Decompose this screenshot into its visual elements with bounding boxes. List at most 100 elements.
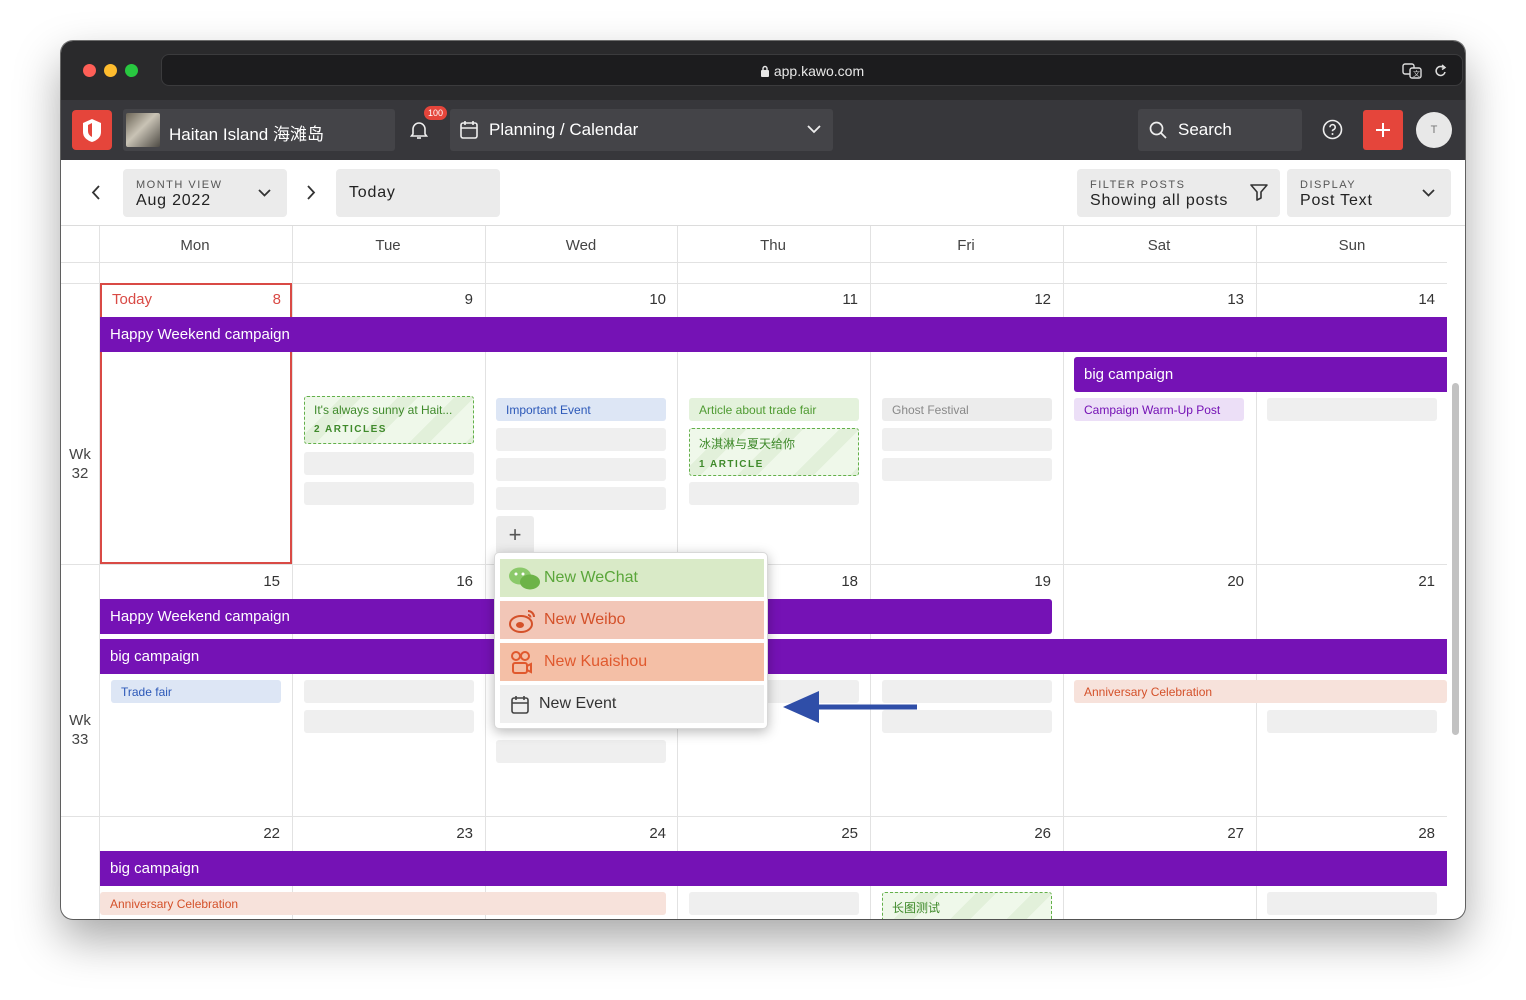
close-window-button[interactable] [83, 64, 96, 77]
placeholder-post [1267, 710, 1437, 733]
date-number: 18 [841, 573, 858, 590]
date-number: 28 [1418, 825, 1435, 842]
placeholder-post [882, 458, 1052, 481]
calendar-icon [511, 696, 529, 714]
date-number: 21 [1418, 573, 1435, 590]
bell-icon [409, 122, 429, 139]
post-trade-fair-article[interactable]: Article about trade fair [689, 398, 859, 421]
today-label: Today [112, 291, 153, 308]
date-number: 12 [1034, 291, 1051, 308]
day-header-sat: Sat [1147, 237, 1171, 254]
menu-item-label: New Event [539, 695, 617, 712]
date-number: 16 [456, 573, 473, 590]
display-label: DISPLAY [1300, 179, 1357, 191]
search-button[interactable]: Search [1138, 109, 1302, 151]
next-month-icon[interactable] [307, 185, 316, 200]
menu-item-new-event[interactable]: New Event [500, 685, 764, 723]
date-number: 9 [464, 291, 473, 308]
placeholder-post [304, 452, 474, 475]
article-group-thu[interactable]: 冰淇淋与夏天给你 1 ARTICLE [689, 428, 859, 476]
placeholder-post [304, 680, 474, 703]
address-bar[interactable]: app.kawo.com 文 [161, 54, 1463, 86]
menu-item-label: New Weibo [544, 611, 626, 628]
today-button[interactable]: Today [336, 169, 500, 217]
create-button[interactable] [1363, 110, 1403, 150]
event-important[interactable]: Important Event [496, 398, 666, 421]
post-campaign-warm-up[interactable]: Campaign Warm-Up Post [1074, 398, 1244, 421]
calendar-icon [460, 121, 478, 139]
date-number: 8 [272, 291, 281, 308]
plus-icon: + [508, 522, 522, 547]
placeholder-post [689, 482, 859, 505]
previous-month-icon[interactable] [91, 185, 100, 200]
chevron-down-icon [258, 189, 271, 197]
placeholder-post [496, 740, 666, 763]
lock-icon [760, 65, 769, 77]
date-number: 13 [1227, 291, 1244, 308]
weibo-icon [509, 610, 535, 633]
section-title: Planning / Calendar [489, 120, 639, 139]
notification-badge: 100 [423, 105, 449, 121]
post-ghost-festival[interactable]: Ghost Festival [882, 398, 1052, 421]
week-label-32: Wk 32 [69, 446, 91, 482]
article-group-fri[interactable]: 长图测试 [882, 892, 1052, 919]
browser-window: app.kawo.com 文 Haitan Island 海滩岛 100 Pla… [61, 41, 1465, 919]
placeholder-post [689, 892, 859, 915]
article-count: 2 ARTICLES [314, 424, 387, 435]
svg-text:文: 文 [1413, 69, 1420, 78]
kawo-logo[interactable] [72, 110, 112, 150]
date-number: 19 [1034, 573, 1051, 590]
browser-titlebar: app.kawo.com 文 [61, 41, 1465, 100]
campaign-bar-big[interactable]: big campaign [100, 639, 1447, 674]
workspace-name: Haitan Island 海滩岛 [169, 125, 324, 144]
placeholder-post [1267, 398, 1437, 421]
help-icon[interactable] [1322, 119, 1343, 140]
campaign-bar-happy-weekend[interactable]: Happy Weekend campaign [100, 317, 1447, 352]
campaign-bar-big[interactable]: big campaign [100, 851, 1447, 886]
campaign-bar-big[interactable]: big campaign [1074, 357, 1447, 392]
notifications-button[interactable]: 100 [399, 105, 449, 151]
article-title: 长图测试 [892, 901, 941, 915]
today-button-label: Today [349, 184, 396, 201]
month-view-label: MONTH VIEW [136, 179, 223, 191]
day-header-sun: Sun [1338, 237, 1366, 254]
event-anniversary-celebration[interactable]: Anniversary Celebration [100, 892, 666, 915]
url-text: app.kawo.com [773, 63, 865, 79]
app-header: Haitan Island 海滩岛 100 Planning / Calenda… [61, 100, 1465, 160]
display-selector[interactable]: DISPLAY Post Text [1287, 169, 1451, 217]
search-label: Search [1178, 120, 1232, 139]
placeholder-post [304, 710, 474, 733]
event-trade-fair[interactable]: Trade fair [111, 680, 281, 703]
menu-item-new-wechat[interactable]: New WeChat [500, 559, 764, 597]
user-avatar[interactable]: T [1416, 112, 1452, 148]
article-title: 冰淇淋与夏天给你 [699, 437, 796, 451]
add-post-button[interactable]: + [496, 516, 534, 554]
menu-item-new-kuaishou[interactable]: New Kuaishou [500, 643, 764, 681]
placeholder-post [496, 487, 666, 510]
chevron-down-icon [807, 125, 821, 134]
date-number: 20 [1227, 573, 1244, 590]
article-group-tue[interactable]: It's always sunny at Hait... 2 ARTICLES [304, 396, 474, 444]
translate-icon[interactable]: 文 [1402, 63, 1422, 79]
section-selector[interactable]: Planning / Calendar [450, 109, 833, 151]
arrow-annotation-icon [783, 691, 917, 723]
reload-icon[interactable] [1434, 63, 1448, 79]
date-number: 27 [1227, 825, 1244, 842]
filter-icon [1250, 184, 1268, 201]
calendar-toolbar: MONTH VIEW Aug 2022 Today FILTER POSTS S… [61, 160, 1465, 226]
day-header-wed: Wed [565, 237, 597, 254]
month-view-selector[interactable]: MONTH VIEW Aug 2022 [123, 169, 287, 217]
menu-item-new-weibo[interactable]: New Weibo [500, 601, 764, 639]
logo-icon [83, 119, 101, 142]
article-count: 1 ARTICLE [699, 459, 764, 470]
minimize-window-button[interactable] [104, 64, 117, 77]
vertical-scrollbar[interactable] [1452, 383, 1459, 735]
filter-posts-button[interactable]: FILTER POSTS Showing all posts [1077, 169, 1280, 217]
kuaishou-icon [511, 651, 532, 674]
placeholder-post [496, 458, 666, 481]
event-anniversary-celebration[interactable]: Anniversary Celebration [1074, 680, 1447, 703]
menu-item-label: New WeChat [544, 569, 638, 586]
zoom-window-button[interactable] [125, 64, 138, 77]
avatar-initial: T [1430, 124, 1438, 136]
workspace-switcher[interactable]: Haitan Island 海滩岛 [123, 109, 395, 151]
